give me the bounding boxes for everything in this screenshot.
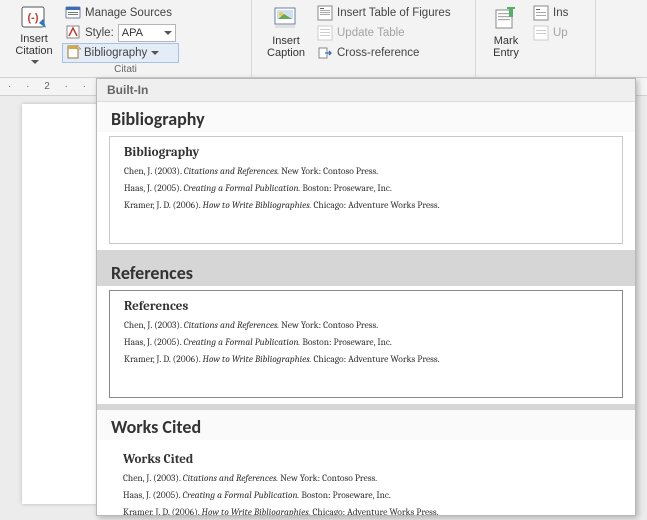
update-table-icon — [317, 25, 333, 41]
table-figures-icon — [317, 5, 333, 21]
manage-sources-icon — [65, 5, 81, 21]
update-index-icon — [533, 25, 549, 41]
mark-entry-label: MarkEntry — [493, 35, 519, 59]
insert-citation-label: InsertCitation — [15, 33, 52, 57]
style-row: Style: APA — [62, 23, 179, 43]
update-index-label: Up — [553, 27, 568, 39]
bibliography-icon — [66, 44, 82, 63]
mark-entry-button[interactable]: MarkEntry — [482, 2, 530, 64]
insert-citation-icon: (-) — [18, 5, 50, 31]
preview-ref: Haas, J. (2005). Creating a Formal Publi… — [124, 337, 608, 348]
insert-index-button[interactable]: Ins — [530, 3, 571, 23]
preview-ref: Haas, J. (2005). Creating a Formal Publi… — [123, 490, 609, 501]
manage-sources-label: Manage Sources — [85, 7, 172, 19]
style-icon — [65, 24, 81, 43]
style-select[interactable]: APA — [118, 24, 176, 42]
bibliography-button[interactable]: Bibliography — [62, 43, 179, 63]
ribbon: (-) InsertCitation Manage Sources — [0, 0, 647, 78]
cross-reference-label: Cross-reference — [337, 47, 419, 59]
preview-ref: Kramer, J. D. (2006). How to Write Bibli… — [123, 507, 609, 516]
insert-index-label: Ins — [553, 7, 568, 19]
ribbon-group-captions: InsertCaption Insert Table of Figures Up… — [252, 0, 476, 77]
preview-ref: Haas, J. (2005). Creating a Formal Publi… — [124, 183, 608, 194]
gallery-item-references[interactable]: References Chen, J. (2003). Citations an… — [109, 290, 623, 398]
cross-reference-icon — [317, 45, 333, 61]
gallery-section-title: Bibliography — [97, 102, 635, 132]
update-table-button: Update Table — [314, 23, 454, 43]
preview-ref: Kramer, J. D. (2006). How to Write Bibli… — [124, 354, 608, 365]
preview-title: References — [124, 299, 608, 314]
update-table-label: Update Table — [337, 27, 405, 39]
preview-ref: Chen, J. (2003). Citations and Reference… — [124, 166, 608, 177]
bibliography-label: Bibliography — [84, 47, 147, 59]
mark-entry-icon — [490, 5, 522, 33]
preview-title: Bibliography — [124, 145, 608, 160]
insert-caption-button[interactable]: InsertCaption — [258, 2, 314, 64]
chevron-down-icon — [151, 51, 159, 59]
bibliography-dropdown: Built-In Bibliography Bibliography Chen,… — [96, 78, 636, 516]
ruler-marks: · · 2 · · — [8, 81, 92, 92]
preview-title: Works Cited — [123, 452, 609, 467]
cross-reference-button[interactable]: Cross-reference — [314, 43, 454, 63]
preview-ref: Kramer, J. D. (2006). How to Write Bibli… — [124, 200, 608, 211]
insert-index-icon — [533, 5, 549, 21]
gallery-item-bibliography[interactable]: Bibliography Chen, J. (2003). Citations … — [109, 136, 623, 244]
style-label: Style: — [85, 27, 114, 39]
insert-caption-label: InsertCaption — [267, 35, 305, 59]
gallery-section-title: Works Cited — [97, 410, 635, 440]
group-label-citations: Citati — [0, 64, 251, 75]
style-value: APA — [122, 27, 143, 39]
ribbon-group-citations: (-) InsertCitation Manage Sources — [0, 0, 252, 77]
update-index-button: Up — [530, 23, 571, 43]
preview-ref: Chen, J. (2003). Citations and Reference… — [123, 473, 609, 484]
ribbon-group-index: MarkEntry Ins Up — [476, 0, 596, 77]
svg-text:(-): (-) — [28, 12, 39, 24]
preview-ref: Chen, J. (2003). Citations and Reference… — [124, 320, 608, 331]
insert-table-figures-button[interactable]: Insert Table of Figures — [314, 3, 454, 23]
caption-icon — [270, 5, 302, 33]
gallery-item-works-cited[interactable]: Works Cited Chen, J. (2003). Citations a… — [109, 444, 623, 516]
insert-table-figures-label: Insert Table of Figures — [337, 7, 451, 19]
manage-sources-button[interactable]: Manage Sources — [62, 3, 179, 23]
gallery-section-title: References — [97, 256, 635, 286]
insert-citation-button[interactable]: (-) InsertCitation — [6, 2, 62, 64]
dropdown-header: Built-In — [97, 79, 635, 102]
